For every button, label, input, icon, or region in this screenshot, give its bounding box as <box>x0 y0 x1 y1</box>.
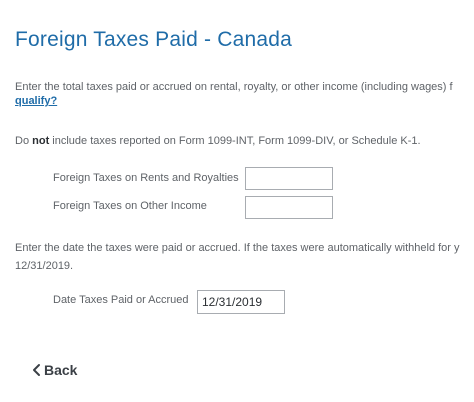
form-note-prefix: Do <box>15 135 33 147</box>
back-button-label: Back <box>44 362 78 378</box>
date-paid-input[interactable] <box>197 290 285 314</box>
qualify-link[interactable]: qualify? <box>15 95 57 107</box>
form-note: Do not include taxes reported on Form 10… <box>15 134 421 148</box>
other-income-input[interactable] <box>245 196 333 219</box>
form-note-suffix: include taxes reported on Form 1099-INT,… <box>49 135 421 147</box>
other-income-label: Foreign Taxes on Other Income <box>53 200 207 212</box>
date-paid-label: Date Taxes Paid or Accrued <box>53 294 189 306</box>
date-instructions: Enter the date the taxes were paid or ac… <box>15 242 460 254</box>
back-button[interactable]: Back <box>30 362 77 378</box>
date-instructions-cont: 12/31/2019. <box>15 260 74 272</box>
chevron-left-icon <box>30 362 44 378</box>
intro-text: Enter the total taxes paid or accrued on… <box>15 81 453 93</box>
rents-royalties-input[interactable] <box>245 167 333 190</box>
page-title: Foreign Taxes Paid - Canada <box>15 28 293 51</box>
rents-royalties-label: Foreign Taxes on Rents and Royalties <box>53 172 239 184</box>
form-note-bold: not <box>32 135 50 147</box>
